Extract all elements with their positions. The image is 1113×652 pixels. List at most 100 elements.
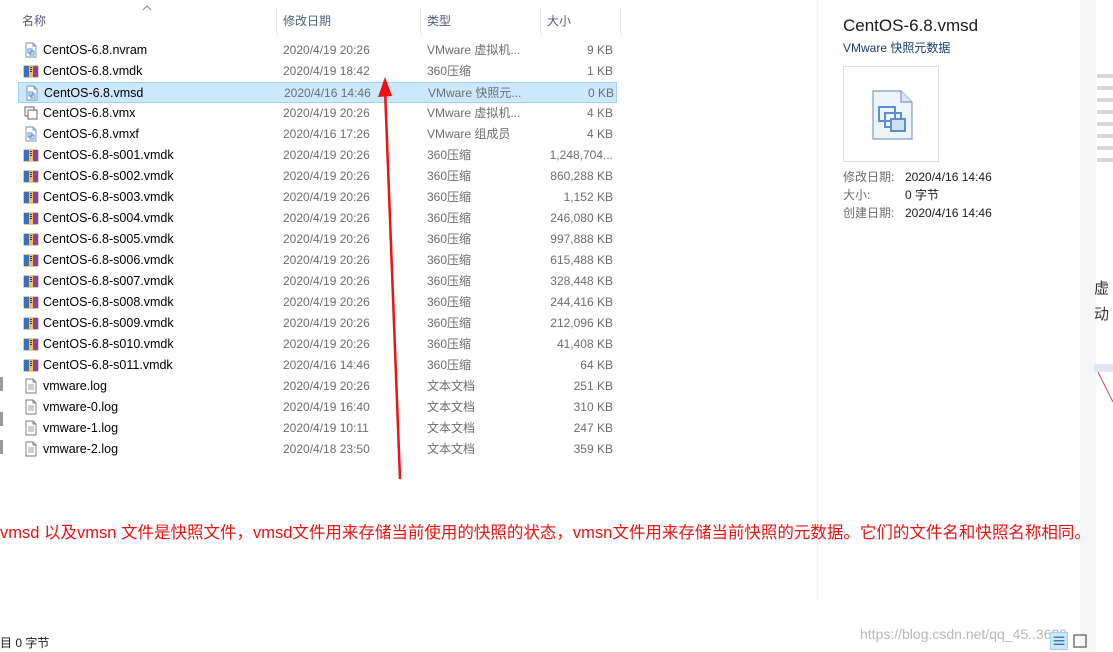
file-size: 615,488 KB (550, 253, 613, 267)
details-file-type: VMware 快照元数据 (843, 41, 951, 55)
file-row[interactable]: CentOS-6.8-s009.vmdk 2020/4/19 20:26 360压缩… (18, 313, 617, 334)
column-header-name[interactable]: 名称 (17, 7, 275, 35)
file-name: vmware.log (43, 379, 107, 393)
text-file-icon (25, 399, 37, 415)
archive-icon (23, 170, 39, 183)
background-line (1097, 86, 1113, 90)
file-size: 328,448 KB (550, 274, 613, 288)
file-name: CentOS-6.8-s005.vmdk (43, 232, 174, 246)
large-icons-view-icon[interactable] (1071, 632, 1089, 650)
file-row[interactable]: CentOS-6.8-s010.vmdk 2020/4/19 20:26 360压缩… (18, 334, 617, 355)
file-name: vmware-2.log (43, 442, 119, 456)
file-type: 360压缩 (427, 64, 472, 78)
file-type: 360压缩 (427, 295, 472, 309)
file-name: CentOS-6.8-s001.vmdk (43, 148, 174, 162)
file-size: 4 KB (586, 106, 613, 120)
file-row[interactable]: vmware-2.log 2020/4/18 23:50 文本文档 359 KB (18, 439, 617, 460)
file-row[interactable]: CentOS-6.8-s002.vmdk 2020/4/19 20:26 360压缩… (18, 166, 617, 187)
file-type: 360压缩 (427, 337, 472, 351)
file-size: 4 KB (586, 127, 613, 141)
archive-icon (23, 296, 39, 309)
file-type: VMware 快照元... (428, 86, 522, 100)
column-divider[interactable] (420, 7, 421, 35)
file-row[interactable]: CentOS-6.8.vmxf 2020/4/16 17:26 VMware 组成员… (18, 124, 617, 145)
archive-icon (23, 317, 39, 330)
file-row[interactable]: CentOS-6.8-s008.vmdk 2020/4/19 20:26 360压缩… (18, 292, 617, 313)
file-row[interactable]: CentOS-6.8-s006.vmdk 2020/4/19 20:26 360压缩… (18, 250, 617, 271)
file-name: vmware-0.log (43, 400, 119, 414)
details-created-date: 创建日期: 2020/4/16 14:46 (843, 206, 992, 220)
view-toggle (1048, 630, 1090, 652)
file-name: CentOS-6.8-s003.vmdk (43, 190, 174, 204)
archive-icon (23, 149, 39, 162)
background-text-fragment: 动 (1094, 306, 1110, 323)
file-size: 1,152 KB (563, 190, 613, 204)
text-file-icon (25, 420, 37, 436)
file-row[interactable]: vmware.log 2020/4/19 20:26 文本文档 251 KB (18, 376, 617, 397)
file-type: 360压缩 (427, 358, 472, 372)
background-line (1097, 98, 1113, 102)
column-header-type[interactable]: 类型 (422, 7, 540, 35)
file-name: CentOS-6.8-s008.vmdk (43, 295, 174, 309)
file-row[interactable]: CentOS-6.8-s004.vmdk 2020/4/19 20:26 360压缩… (18, 208, 617, 229)
file-size: 247 KB (573, 421, 613, 435)
file-row[interactable]: vmware-0.log 2020/4/19 16:40 文本文档 310 KB (18, 397, 617, 418)
archive-icon (23, 233, 39, 246)
file-row[interactable]: CentOS-6.8.vmx 2020/4/19 20:26 VMware 虚拟机.… (18, 103, 617, 124)
archive-icon (23, 275, 39, 288)
vmware-document-icon (872, 90, 913, 140)
file-type: 360压缩 (427, 253, 472, 267)
file-row[interactable]: CentOS-6.8.nvram 2020/4/19 20:26 VMware 虚拟… (18, 40, 617, 61)
column-divider[interactable] (620, 7, 621, 35)
status-text: 目 0 字节 (0, 636, 50, 650)
file-type: VMware 组成员 (427, 127, 511, 141)
file-row[interactable]: CentOS-6.8.vmsd 2020/4/16 14:46 VMware 快照元… (18, 82, 617, 103)
file-row[interactable]: CentOS-6.8-s011.vmdk 2020/4/16 14:46 360压缩… (18, 355, 617, 376)
file-row[interactable]: CentOS-6.8-s001.vmdk 2020/4/19 20:26 360压缩… (18, 145, 617, 166)
file-type: VMware 虚拟机... (427, 106, 521, 120)
archive-icon (23, 212, 39, 225)
archive-icon (23, 338, 39, 351)
nav-pane-fragment (0, 412, 3, 426)
archive-icon (23, 191, 39, 204)
vmware-file-icon (25, 42, 37, 58)
file-size: 359 KB (573, 442, 613, 456)
file-row[interactable]: CentOS-6.8-s007.vmdk 2020/4/19 20:26 360压缩… (18, 271, 617, 292)
column-divider[interactable] (540, 7, 541, 35)
file-explorer-window: 名称 修改日期 类型 大小 CentOS-6.8.nvram 2020/4/19 … (0, 0, 1113, 652)
file-type: 文本文档 (427, 442, 476, 456)
file-size: 310 KB (573, 400, 613, 414)
annotation-text: vmsd 以及vmsn 文件是快照文件，vmsd文件用来存储当前使用的快照的状态… (0, 524, 1091, 542)
file-name: CentOS-6.8-s004.vmdk (43, 211, 174, 225)
background-window-edge: 虚 动 (1080, 0, 1113, 652)
vmware-file-icon (25, 126, 37, 142)
file-row[interactable]: vmware-1.log 2020/4/19 10:11 文本文档 247 KB (18, 418, 617, 439)
background-text-fragment: 虚 (1094, 280, 1110, 297)
file-name: CentOS-6.8.nvram (43, 43, 148, 57)
annotation-arrow-icon (378, 77, 402, 480)
background-line-icon (1097, 371, 1113, 403)
details-view-icon[interactable] (1050, 632, 1068, 650)
file-size: 997,888 KB (550, 232, 613, 246)
scrollbar-track[interactable] (1080, 0, 1096, 652)
file-type: 360压缩 (427, 316, 472, 330)
nav-pane-fragment (0, 440, 3, 454)
background-line (1097, 158, 1113, 162)
file-row[interactable]: CentOS-6.8-s003.vmdk 2020/4/19 20:26 360压缩… (18, 187, 617, 208)
column-divider[interactable] (276, 7, 277, 35)
file-type: 360压缩 (427, 274, 472, 288)
file-size: 860,288 KB (550, 169, 613, 183)
file-type: 360压缩 (427, 148, 472, 162)
details-file-name: CentOS-6.8.vmsd (843, 16, 979, 35)
file-type: 360压缩 (427, 169, 472, 183)
file-row[interactable]: CentOS-6.8-s005.vmdk 2020/4/19 20:26 360压缩… (18, 229, 617, 250)
file-row[interactable]: CentOS-6.8.vmdk 2020/4/19 18:42 360压缩 1 KB (18, 61, 617, 82)
vmware-file-icon (26, 85, 38, 101)
column-header-size[interactable]: 大小 (542, 7, 620, 35)
column-header-date[interactable]: 修改日期 (278, 7, 420, 35)
file-type: 360压缩 (427, 211, 472, 225)
file-name: CentOS-6.8-s010.vmdk (43, 337, 174, 351)
file-size: 0 KB (587, 86, 614, 100)
details-pane: CentOS-6.8.vmsd VMware 快照元数据 修改日期: 2020/4… (818, 0, 1080, 652)
file-type: 文本文档 (427, 421, 476, 435)
